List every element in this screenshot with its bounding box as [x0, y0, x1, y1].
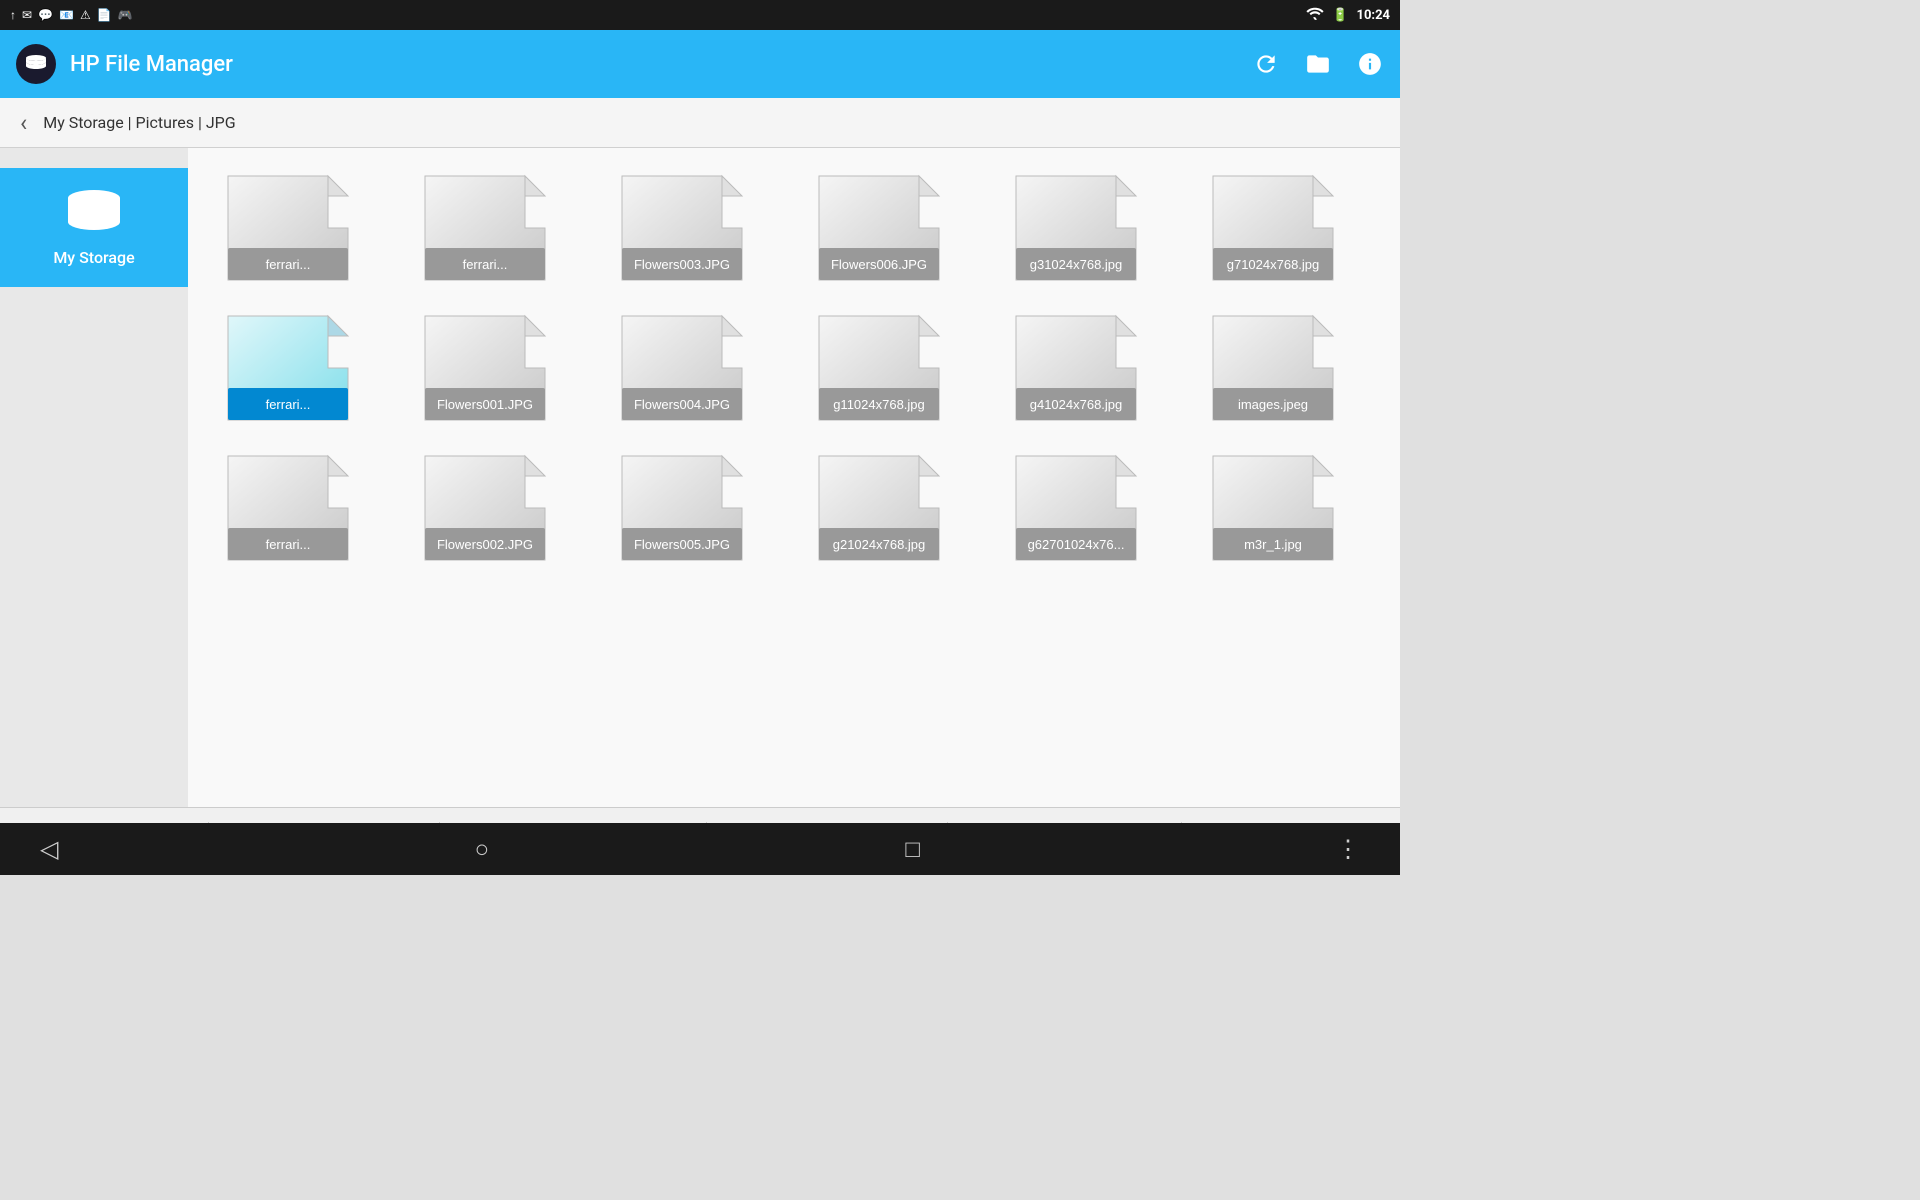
- file-icon-16: g21024x768.jpg: [809, 448, 964, 568]
- main-layout: My Storage: [0, 148, 1400, 807]
- header-icons: [1252, 50, 1384, 78]
- folder-button[interactable]: [1304, 50, 1332, 78]
- status-icons-right: 🔋 10:24: [1306, 6, 1390, 24]
- file-item-18[interactable]: m3r_1.jpg: [1193, 448, 1368, 568]
- file-item-11[interactable]: g41024x768.jpg: [996, 308, 1171, 428]
- svg-text:ferrari...: ferrari...: [266, 257, 311, 272]
- refresh-button[interactable]: [1252, 50, 1280, 78]
- alert-icon: ⚠: [80, 8, 91, 22]
- file-item-16[interactable]: g21024x768.jpg: [799, 448, 974, 568]
- file-icon-5: g31024x768.jpg: [1006, 168, 1161, 288]
- gmail-icon: ✉: [22, 8, 32, 22]
- svg-text:Flowers005.JPG: Flowers005.JPG: [634, 537, 730, 552]
- file-item-2[interactable]: ferrari...: [405, 168, 580, 288]
- app-header: HP File Manager: [0, 30, 1400, 98]
- svg-text:Flowers006.JPG: Flowers006.JPG: [831, 257, 927, 272]
- file-icon-6: g71024x768.jpg: [1203, 168, 1358, 288]
- file-icon-12: images.jpeg: [1203, 308, 1358, 428]
- file-item-7[interactable]: ferrari...: [208, 308, 383, 428]
- file-icon-13: ferrari...: [218, 448, 373, 568]
- file-area[interactable]: ferrari...: [188, 148, 1400, 807]
- breadcrumb-path: My Storage | Pictures | JPG: [43, 113, 235, 132]
- file-icon-4: Flowers006.JPG: [809, 168, 964, 288]
- svg-text:g71024x768.jpg: g71024x768.jpg: [1227, 257, 1320, 272]
- game-icon: 🎮: [118, 8, 133, 22]
- nav-bar: ◁ ○ □ ⋮: [0, 823, 1400, 875]
- file-icon-18: m3r_1.jpg: [1203, 448, 1358, 568]
- svg-text:g62701024x76...: g62701024x76...: [1028, 537, 1125, 552]
- status-icons-left: ↑ ✉ 💬 📧 ⚠ 📄 🎮: [10, 8, 133, 22]
- breadcrumb-bar: ‹ My Storage | Pictures | JPG: [0, 98, 1400, 148]
- sidebar: My Storage: [0, 148, 188, 807]
- nav-back-button[interactable]: ◁: [40, 835, 58, 863]
- file-item-5[interactable]: g31024x768.jpg: [996, 168, 1171, 288]
- svg-text:images.jpeg: images.jpeg: [1238, 397, 1308, 412]
- file-item-17[interactable]: g62701024x76...: [996, 448, 1171, 568]
- file-icon-15: Flowers005.JPG: [612, 448, 767, 568]
- svg-text:ferrari...: ferrari...: [463, 257, 508, 272]
- file-item-3[interactable]: Flowers003.JPG: [602, 168, 777, 288]
- battery-icon: 🔋: [1332, 8, 1348, 23]
- app-title: HP File Manager: [70, 52, 1252, 77]
- status-bar: ↑ ✉ 💬 📧 ⚠ 📄 🎮 🔋 10:24: [0, 0, 1400, 30]
- file-icon-7: ferrari...: [218, 308, 373, 428]
- outlook-icon: 📧: [59, 8, 74, 22]
- nav-recent-button[interactable]: □: [905, 835, 920, 864]
- sidebar-my-storage-label: My Storage: [53, 248, 134, 267]
- time-display: 10:24: [1357, 8, 1391, 23]
- file-item-1[interactable]: ferrari...: [208, 168, 383, 288]
- svg-text:ferrari...: ferrari...: [266, 537, 311, 552]
- chat-icon: 💬: [38, 8, 53, 22]
- wifi-icon: [1306, 6, 1324, 24]
- file-item-13[interactable]: ferrari...: [208, 448, 383, 568]
- svg-text:Flowers001.JPG: Flowers001.JPG: [437, 397, 533, 412]
- svg-text:g41024x768.jpg: g41024x768.jpg: [1030, 397, 1123, 412]
- svg-text:m3r_1.jpg: m3r_1.jpg: [1244, 537, 1302, 552]
- nav-more-button[interactable]: ⋮: [1336, 835, 1360, 863]
- file-icon-14: Flowers002.JPG: [415, 448, 570, 568]
- svg-text:ferrari...: ferrari...: [266, 397, 311, 412]
- svg-text:Flowers003.JPG: Flowers003.JPG: [634, 257, 730, 272]
- file-icon-8: Flowers001.JPG: [415, 308, 570, 428]
- file-grid: ferrari...: [208, 168, 1380, 568]
- file-icon-3: Flowers003.JPG: [612, 168, 767, 288]
- file-item-4[interactable]: Flowers006.JPG: [799, 168, 974, 288]
- file-icon-10: g11024x768.jpg: [809, 308, 964, 428]
- app-logo: [16, 44, 56, 84]
- file-item-12[interactable]: images.jpeg: [1193, 308, 1368, 428]
- file-item-8[interactable]: Flowers001.JPG: [405, 308, 580, 428]
- file-icon-17: g62701024x76...: [1006, 448, 1161, 568]
- file-icon-9: Flowers004.JPG: [612, 308, 767, 428]
- file-item-10[interactable]: g11024x768.jpg: [799, 308, 974, 428]
- file-item-6[interactable]: g71024x768.jpg: [1193, 168, 1368, 288]
- upload-icon: ↑: [10, 8, 16, 22]
- back-button[interactable]: ‹: [16, 105, 31, 141]
- sidebar-item-my-storage[interactable]: My Storage: [0, 168, 188, 287]
- svg-text:Flowers002.JPG: Flowers002.JPG: [437, 537, 533, 552]
- info-button[interactable]: [1356, 50, 1384, 78]
- file-icon-1: ferrari...: [218, 168, 373, 288]
- file-icon: 📄: [97, 8, 112, 22]
- file-item-15[interactable]: Flowers005.JPG: [602, 448, 777, 568]
- svg-text:g21024x768.jpg: g21024x768.jpg: [833, 537, 926, 552]
- svg-text:Flowers004.JPG: Flowers004.JPG: [634, 397, 730, 412]
- file-icon-11: g41024x768.jpg: [1006, 308, 1161, 428]
- svg-text:g11024x768.jpg: g11024x768.jpg: [833, 397, 925, 412]
- storage-icon: [64, 188, 124, 238]
- svg-text:g31024x768.jpg: g31024x768.jpg: [1030, 257, 1123, 272]
- file-icon-2: ferrari...: [415, 168, 570, 288]
- file-item-9[interactable]: Flowers004.JPG: [602, 308, 777, 428]
- file-item-14[interactable]: Flowers002.JPG: [405, 448, 580, 568]
- nav-home-button[interactable]: ○: [475, 835, 490, 864]
